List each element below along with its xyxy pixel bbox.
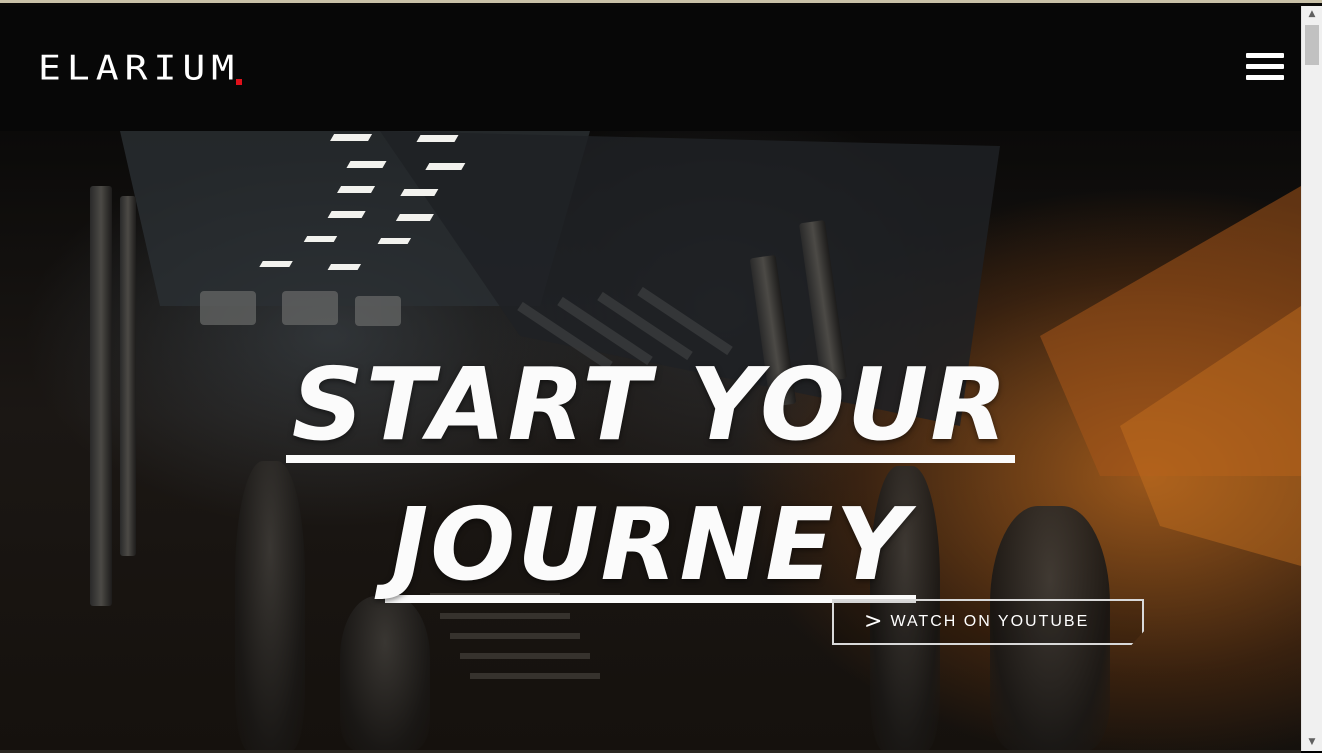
hero-headline-row-1: START YOUR <box>0 355 1301 463</box>
vertical-scrollbar[interactable]: ▲ ▼ <box>1301 6 1322 751</box>
scroll-down-arrow-icon[interactable]: ▼ <box>1302 734 1322 751</box>
menu-bar <box>1246 53 1284 58</box>
menu-bar <box>1246 75 1284 80</box>
scene-character <box>340 596 430 751</box>
scrollbar-thumb[interactable] <box>1305 25 1319 65</box>
menu-bar <box>1246 64 1284 69</box>
cta-label: WATCH ON YOUTUBE <box>890 613 1090 630</box>
hamburger-menu-icon[interactable] <box>1246 53 1284 83</box>
site-logo[interactable]: ELARIUM <box>38 48 243 88</box>
hero-headline-line-2: JOURNEY <box>385 495 916 603</box>
browser-window: ELARIUM START YOUR JOURNEY > WATCH ON YO… <box>0 0 1322 753</box>
hero-headline-row-2: JOURNEY <box>0 495 1301 603</box>
scroll-up-arrow-icon[interactable]: ▲ <box>1302 6 1322 23</box>
hero-headline-line-1: START YOUR <box>285 355 1016 463</box>
watch-on-youtube-button[interactable]: > WATCH ON YOUTUBE <box>832 599 1144 645</box>
chevron-right-icon: > <box>864 609 883 634</box>
logo-text: ELARIUM <box>38 48 241 88</box>
